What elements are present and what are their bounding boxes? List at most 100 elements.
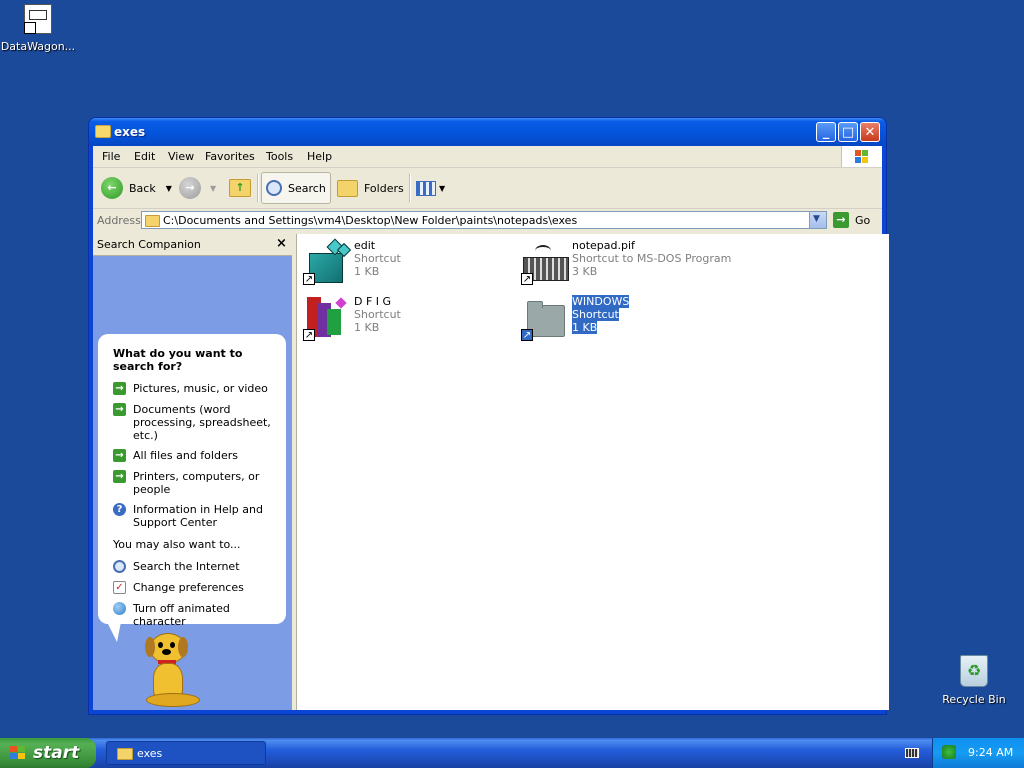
menu-file[interactable]: File <box>102 150 120 163</box>
explorer-window: exes _ □ ✕ File Edit View Favorites Tool… <box>89 118 889 714</box>
clock[interactable]: 9:24 AM <box>968 746 1013 759</box>
taskbar: start exes 9:24 AM <box>0 738 1024 768</box>
search-icon <box>266 180 282 196</box>
shortcut-arrow-icon: ↗ <box>521 273 533 285</box>
menu-favorites[interactable]: Favorites <box>205 150 255 163</box>
folder-icon <box>95 125 111 138</box>
start-button[interactable]: start <box>0 738 96 768</box>
minimize-icon: _ <box>822 125 830 140</box>
keyboard-icon: ↗ <box>521 239 569 285</box>
recycle-bin-label: Recycle Bin <box>942 693 1006 706</box>
search-companion-pane: Search Companion × What do you want to s… <box>93 233 292 710</box>
address-input[interactable]: C:\Documents and Settings\vm4\Desktop\Ne… <box>141 211 827 229</box>
also-heading: You may also want to... <box>113 538 241 551</box>
close-icon[interactable]: × <box>276 236 287 251</box>
chevron-down-icon: ▼ <box>439 183 446 193</box>
green-arrow-icon: → <box>113 403 126 416</box>
checklist-icon: ✓ <box>113 581 126 594</box>
shortcut-arrow-icon: ↗ <box>521 329 533 341</box>
folder-shortcut-icon: ↗ <box>521 295 567 341</box>
search-internet-icon <box>113 560 126 573</box>
start-label: start <box>33 743 80 763</box>
go-label: Go <box>855 213 871 227</box>
address-dropdown-button[interactable]: ▼ <box>809 212 826 228</box>
windows-flag-icon <box>855 150 869 163</box>
option-label: Turn off animated character <box>133 602 230 628</box>
file-list-pane: ↗ edit Shortcut 1 KB ↗ notepad.pif Short… <box>296 234 889 710</box>
window-title: exes <box>114 125 146 139</box>
file-name: D F I G <box>354 295 392 308</box>
option-label: All files and folders <box>133 449 238 462</box>
file-type: Shortcut <box>354 252 401 265</box>
close-icon: ✕ <box>864 125 876 140</box>
taskbar-item-label: exes <box>137 747 163 760</box>
menu-help[interactable]: Help <box>307 150 332 163</box>
toolbar: ← Back ▼ → ▼ ↑ Search Folders ▼ <box>93 168 882 209</box>
views-button[interactable]: ▼ <box>416 172 445 204</box>
chevron-down-icon: ▼ <box>813 214 820 224</box>
help-icon: ? <box>113 503 126 516</box>
option-label: Search the Internet <box>133 560 240 573</box>
forward-arrow-icon: → <box>179 177 201 199</box>
folders-icon <box>337 179 358 197</box>
keyboard-tray-icon[interactable] <box>905 748 919 758</box>
up-folder-button[interactable]: ↑ <box>229 172 251 204</box>
desktop-icon-recycle-bin[interactable]: ♻ Recycle Bin <box>936 655 1012 706</box>
menu-edit[interactable]: Edit <box>134 150 155 163</box>
folders-button[interactable]: Folders <box>337 172 404 204</box>
menu-bar: File Edit View Favorites Tools Help <box>93 146 882 168</box>
windows-flag-icon <box>10 746 26 760</box>
file-item-windows[interactable]: ↗ WINDOWS Shortcut 1 KB <box>521 295 721 343</box>
menu-view[interactable]: View <box>168 150 194 163</box>
close-button[interactable]: ✕ <box>860 122 880 142</box>
search-question: What do you want to search for? <box>113 347 243 373</box>
minimize-button[interactable]: _ <box>816 122 836 142</box>
file-type: Shortcut <box>354 308 401 321</box>
window-body: File Edit View Favorites Tools Help ← Ba… <box>93 146 889 710</box>
file-item-dfig[interactable]: ↗ D F I G Shortcut 1 KB <box>303 295 503 343</box>
back-button[interactable]: ← Back ▼ <box>101 172 172 204</box>
go-arrow-icon: → <box>833 212 849 228</box>
desktop-icon-label: DataWagon... <box>0 40 76 53</box>
file-item-edit[interactable]: ↗ edit Shortcut 1 KB <box>303 238 503 287</box>
address-label: Address <box>97 214 141 227</box>
document-icon: exe ↗ <box>24 4 52 34</box>
file-name: edit <box>354 239 376 252</box>
file-type: Shortcut to MS-DOS Program <box>572 252 732 265</box>
forward-button[interactable]: → ▼ <box>179 172 216 204</box>
file-item-notepad-pif[interactable]: ↗ notepad.pif Shortcut to MS-DOS Program… <box>521 239 781 287</box>
maximize-button[interactable]: □ <box>838 122 858 142</box>
network-icon[interactable] <box>942 745 956 759</box>
search-label: Search <box>288 181 326 195</box>
option-label: Documents (word processing, spreadsheet,… <box>133 403 271 442</box>
title-bar[interactable]: exes _ □ ✕ <box>89 118 886 146</box>
views-grid-icon <box>416 180 436 196</box>
menu-tools[interactable]: Tools <box>266 150 293 163</box>
file-name: WINDOWS <box>572 295 630 308</box>
system-tray: 9:24 AM <box>932 738 1024 768</box>
address-path: C:\Documents and Settings\vm4\Desktop\Ne… <box>163 214 578 227</box>
chevron-down-icon: ▼ <box>165 183 172 193</box>
folder-icon <box>117 748 133 760</box>
address-bar: Address C:\Documents and Settings\vm4\De… <box>93 209 882 233</box>
companion-title: Search Companion <box>97 238 201 251</box>
go-button[interactable]: → Go <box>833 211 870 229</box>
taskbar-item-exes[interactable]: exes <box>106 741 266 765</box>
file-type: Shortcut <box>572 308 619 321</box>
globe-icon <box>113 602 126 615</box>
desktop-icon-datawagon[interactable]: exe ↗ DataWagon... <box>0 4 76 53</box>
colorful-app-icon: ↗ <box>303 295 349 341</box>
search-button[interactable]: Search <box>261 172 331 204</box>
file-size: 3 KB <box>572 265 598 278</box>
back-arrow-icon: ← <box>101 177 123 199</box>
option-label: Printers, computers, or people <box>133 470 260 496</box>
companion-header: Search Companion × <box>93 233 292 256</box>
file-size: 1 KB <box>354 265 380 278</box>
toolbar-separator <box>257 174 259 202</box>
chevron-down-icon: ▼ <box>210 183 217 193</box>
file-name: notepad.pif <box>572 239 635 252</box>
folder-icon <box>145 215 160 227</box>
search-dog-character-icon[interactable] <box>142 633 202 708</box>
file-size: 1 KB <box>354 321 380 334</box>
option-label: Pictures, music, or video <box>133 382 268 395</box>
